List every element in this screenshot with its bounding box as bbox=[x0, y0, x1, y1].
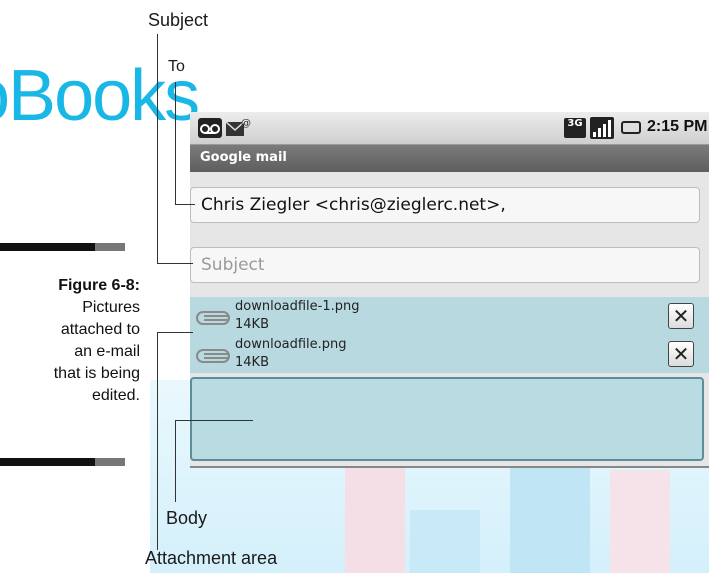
callout-line-subject bbox=[157, 263, 193, 264]
attachment-item: downloadfile.png 14KB ✕ bbox=[190, 335, 709, 373]
paperclip-icon bbox=[196, 311, 230, 325]
attachment-item: downloadfile-1.png 14KB ✕ bbox=[190, 297, 709, 335]
callout-line-body bbox=[175, 420, 253, 421]
callout-body: Body bbox=[166, 508, 208, 528]
caption-line: edited. bbox=[91, 387, 140, 404]
callout-line-attachment bbox=[157, 332, 158, 550]
callout-line-attachment bbox=[157, 332, 193, 333]
callout-subject: Subject bbox=[148, 10, 209, 30]
watermark-shape bbox=[345, 460, 405, 573]
remove-attachment-button[interactable]: ✕ bbox=[668, 303, 694, 329]
app-title: Google mail bbox=[200, 150, 287, 165]
callout-line-body bbox=[175, 420, 176, 502]
caption-line: Pictures bbox=[82, 299, 140, 316]
attachment-size: 14KB bbox=[235, 355, 269, 370]
divider bbox=[190, 466, 709, 468]
caption-line: an e-mail bbox=[74, 343, 140, 360]
app-title-bar: Google mail bbox=[190, 145, 709, 172]
attachment-name: downloadfile.png bbox=[235, 337, 347, 352]
attachment-area: downloadfile-1.png 14KB ✕ downloadfile.p… bbox=[190, 297, 709, 373]
caption-bottom-bar bbox=[0, 458, 125, 466]
caption-title: Figure 6-8: bbox=[58, 277, 140, 294]
callout-line-to bbox=[175, 204, 195, 205]
battery-icon bbox=[621, 121, 641, 134]
status-bar: @ 3G 2:15 PM bbox=[190, 112, 709, 145]
signal-bars-icon bbox=[590, 117, 614, 139]
close-icon: ✕ bbox=[672, 342, 690, 366]
figure-caption: Figure 6-8: Pictures attached to an e-ma… bbox=[0, 275, 140, 407]
attachment-name: downloadfile-1.png bbox=[235, 299, 360, 314]
to-field[interactable]: Chris Ziegler <chris@zieglerc.net>, bbox=[190, 187, 700, 223]
svg-text:@: @ bbox=[241, 118, 251, 129]
callout-to: To bbox=[168, 58, 185, 75]
status-time: 2:15 PM bbox=[647, 118, 708, 135]
subject-field[interactable]: Subject bbox=[190, 247, 700, 283]
watermark-shape bbox=[410, 510, 480, 573]
voicemail-icon bbox=[198, 118, 222, 138]
callout-line-to bbox=[175, 82, 176, 204]
callout-line-subject bbox=[157, 34, 158, 263]
paperclip-icon bbox=[196, 349, 230, 363]
body-field[interactable] bbox=[190, 377, 704, 461]
callout-attachment-area: Attachment area bbox=[145, 548, 278, 568]
caption-top-bar bbox=[0, 243, 125, 251]
watermark-shape bbox=[510, 450, 590, 573]
network-3g-icon: 3G bbox=[564, 118, 586, 138]
new-mail-icon: @ bbox=[225, 116, 251, 138]
attachment-size: 14KB bbox=[235, 317, 269, 332]
close-icon: ✕ bbox=[672, 304, 690, 328]
watermark-shape bbox=[610, 470, 670, 573]
caption-line: attached to bbox=[60, 321, 140, 338]
remove-attachment-button[interactable]: ✕ bbox=[668, 341, 694, 367]
phone-screen: @ 3G 2:15 PM Google mail Chris Ziegler <… bbox=[190, 112, 709, 468]
caption-line: that is being bbox=[53, 365, 140, 382]
